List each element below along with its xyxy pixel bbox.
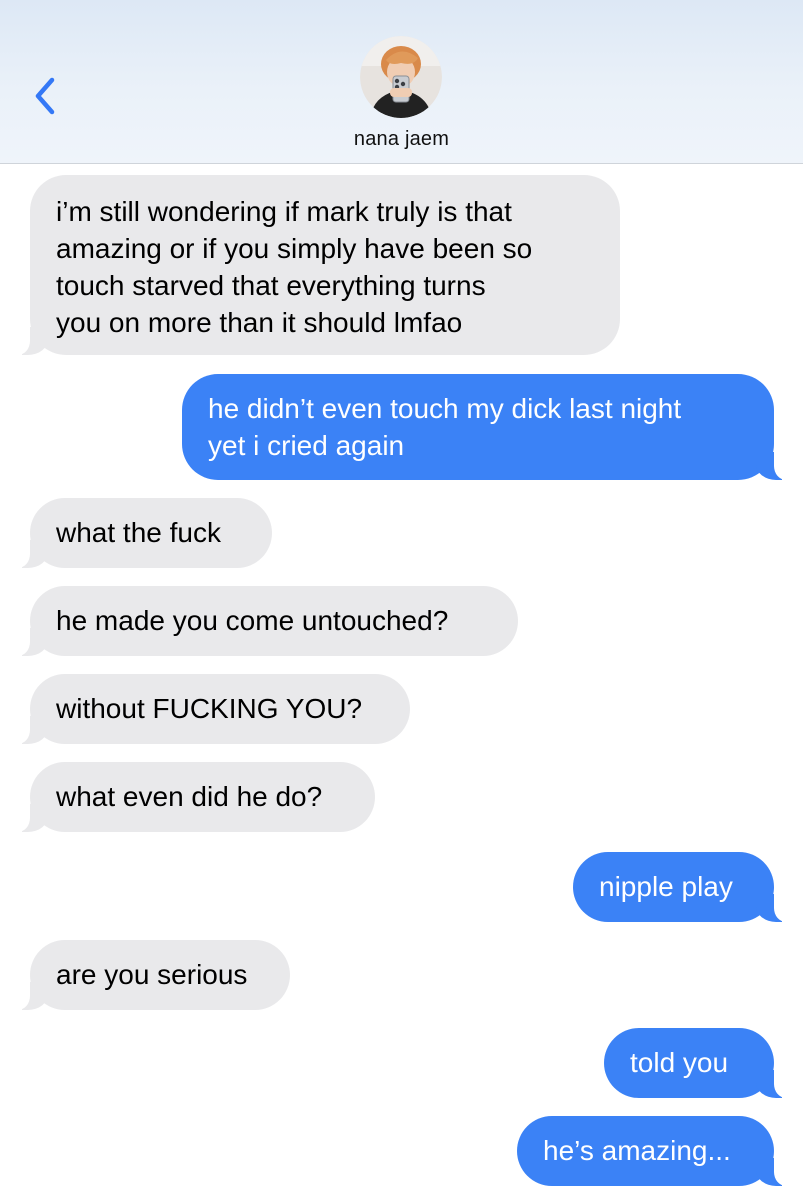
message-bubble-incoming[interactable]: without FUCKING YOU? bbox=[8, 674, 410, 744]
message-bubble-outgoing[interactable]: he didn’t even touch my dick last night … bbox=[182, 374, 796, 480]
message-line: touch starved that everything turns bbox=[56, 270, 486, 301]
message-line: without FUCKING YOU? bbox=[56, 693, 363, 724]
message-line: yet i cried again bbox=[208, 430, 405, 461]
message-line: he didn’t even touch my dick last night bbox=[208, 393, 682, 424]
message-bubble-incoming[interactable]: what even did he do? bbox=[8, 762, 375, 832]
message-bubble-incoming[interactable]: what the fuck bbox=[8, 498, 272, 568]
message-line: he’s amazing... bbox=[543, 1135, 731, 1166]
message-line: what the fuck bbox=[56, 517, 221, 548]
message-line: i’m still wondering if mark truly is tha… bbox=[56, 196, 512, 227]
message-line: told you bbox=[630, 1047, 729, 1078]
message-line: amazing or if you simply have been so bbox=[56, 233, 533, 264]
message-line: you on more than it should lmfao bbox=[56, 307, 463, 338]
message-bubble-incoming[interactable]: he made you come untouched? bbox=[8, 586, 518, 656]
message-bubble-incoming[interactable]: are you serious bbox=[8, 940, 290, 1010]
message-line: nipple play bbox=[599, 871, 733, 902]
message-line: what even did he do? bbox=[56, 781, 323, 812]
message-list: i’m still wondering if mark truly is tha… bbox=[0, 0, 803, 1200]
message-bubble-outgoing[interactable]: told you bbox=[604, 1028, 796, 1098]
message-bubble-outgoing[interactable]: he’s amazing... bbox=[517, 1116, 796, 1186]
message-line: are you serious bbox=[56, 959, 248, 990]
message-bubble-incoming[interactable]: i’m still wondering if mark truly is tha… bbox=[8, 175, 620, 355]
message-bubble-outgoing[interactable]: nipple play bbox=[573, 852, 796, 922]
message-line: he made you come untouched? bbox=[56, 605, 449, 636]
